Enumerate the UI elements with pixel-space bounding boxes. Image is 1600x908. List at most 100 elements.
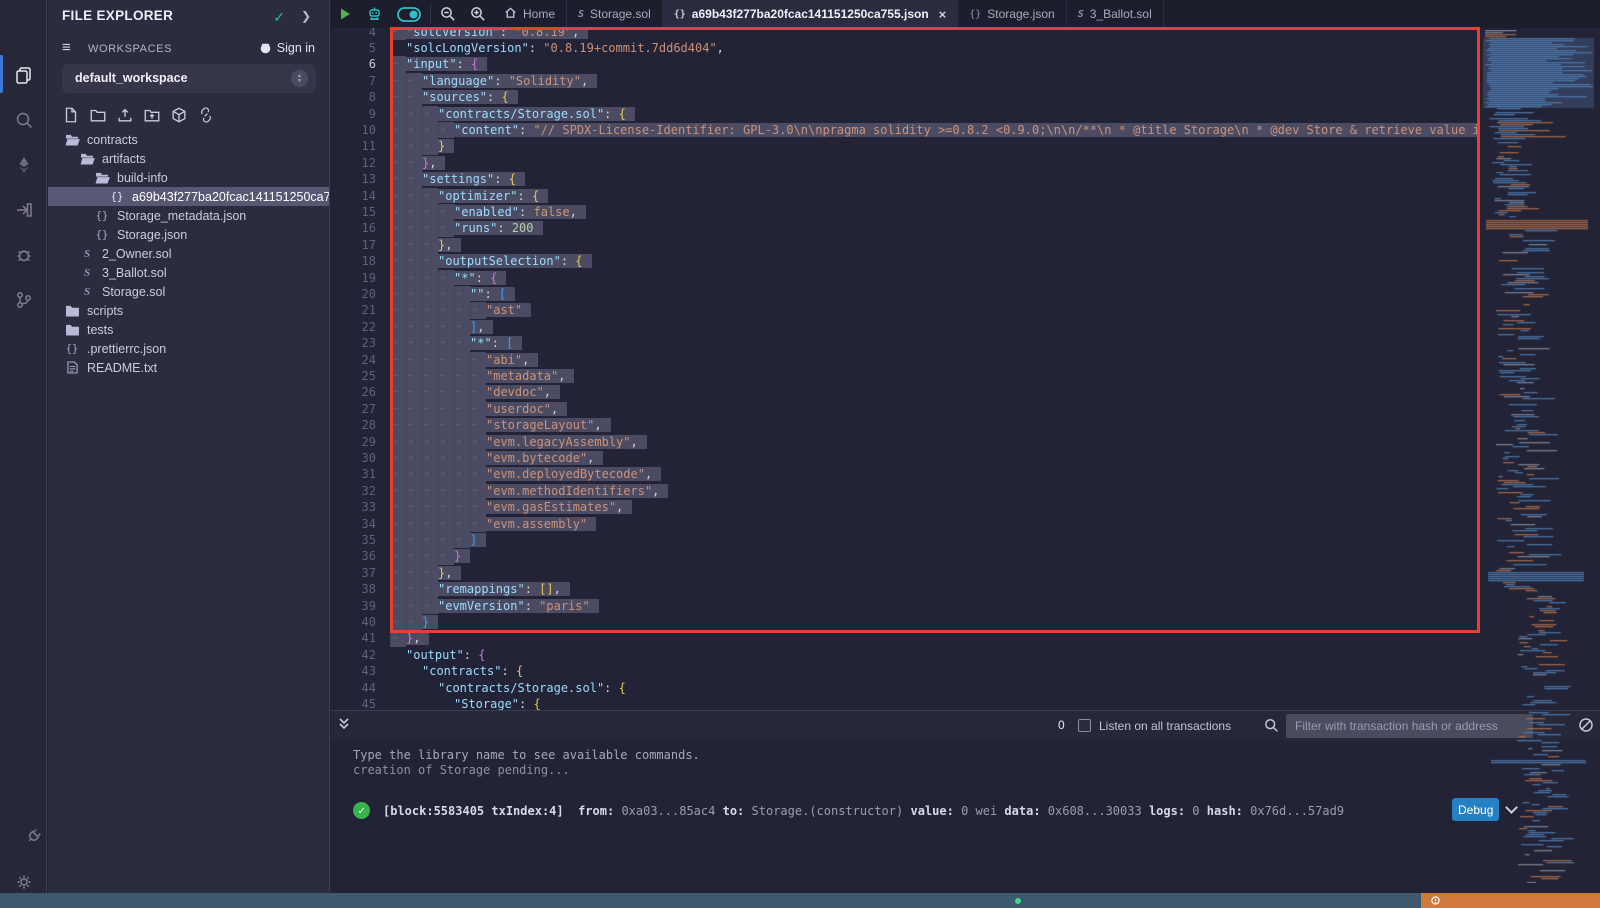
remix-logo-icon[interactable] [5, 6, 43, 46]
status-alert-badge[interactable] [1421, 893, 1600, 908]
listen-all-checkbox[interactable] [1078, 719, 1091, 732]
code-line-22[interactable]: →→→→→], [390, 319, 1480, 335]
indent-guide: → [390, 237, 406, 253]
tab-storage-json[interactable]: {}Storage.json [958, 0, 1066, 28]
new-folder-icon[interactable] [89, 106, 107, 124]
code-line-13[interactable]: →→"settings": { [390, 171, 1480, 187]
zoom-out-icon[interactable] [433, 0, 463, 28]
indent-guide: → [438, 335, 454, 351]
tree-item-storage-sol[interactable]: SStorage.sol [48, 282, 329, 301]
code-line-8[interactable]: →→"sources": { [390, 89, 1480, 105]
code-line-39[interactable]: →→→"evmVersion": "paris" [390, 598, 1480, 614]
tab-3-ballot-sol[interactable]: S3_Ballot.sol [1067, 0, 1164, 28]
tree-item--prettierrc-json[interactable]: {}.prettierrc.json [48, 339, 329, 358]
code-line-29[interactable]: →→→→→→"evm.legacyAssembly", [390, 434, 1480, 450]
code-line-36[interactable]: →→→→} [390, 548, 1480, 564]
code-line-7[interactable]: →→"language": "Solidity", [390, 73, 1480, 89]
code-line-32[interactable]: →→→→→→"evm.methodIdentifiers", [390, 483, 1480, 499]
code-line-10[interactable]: →→→→"content": "// SPDX-License-Identifi… [390, 122, 1480, 138]
solidity-compiler-icon[interactable] [0, 145, 47, 185]
plugin-manager-icon[interactable] [0, 820, 47, 860]
ipfs-box-icon[interactable] [170, 106, 188, 124]
code-line-35[interactable]: →→→→→] [390, 532, 1480, 548]
upload-file-icon[interactable] [116, 106, 134, 124]
code-line-4[interactable]: →"solcVersion": "0.8.19", [390, 28, 1480, 40]
code-line-12[interactable]: →→}, [390, 155, 1480, 171]
debugger-icon[interactable] [0, 235, 47, 275]
code-line-27[interactable]: →→→→→→"userdoc", [390, 401, 1480, 417]
code-line-41[interactable]: →}, [390, 630, 1480, 646]
code-line-26[interactable]: →→→→→→"devdoc", [390, 384, 1480, 400]
deploy-run-icon[interactable] [0, 190, 47, 230]
indent-guide: → [454, 483, 470, 499]
code-line-19[interactable]: →→→→"*": { [390, 270, 1480, 286]
code-line-6[interactable]: →"input": { [390, 56, 1480, 72]
tree-item-storage-json[interactable]: {}Storage.json [48, 225, 329, 244]
tree-item-3-ballot-sol[interactable]: S3_Ballot.sol [48, 263, 329, 282]
code-line-23[interactable]: →→→→→"*": [ [390, 335, 1480, 351]
code-line-18[interactable]: →→→"outputSelection": { [390, 253, 1480, 269]
code-line-43[interactable]: "contracts": { [390, 663, 1480, 679]
code-line-20[interactable]: →→→→→"": [ [390, 286, 1480, 302]
run-icon[interactable] [331, 0, 359, 28]
code-line-9[interactable]: →→→"contracts/Storage.sol": { [390, 106, 1480, 122]
tree-item-storage-metadata-json[interactable]: {}Storage_metadata.json [48, 206, 329, 225]
close-tab-icon[interactable]: × [939, 7, 947, 22]
code-line-45[interactable]: "Storage": { [390, 696, 1480, 710]
workspace-select[interactable]: default_workspace ▲▼ [62, 64, 316, 93]
line-number: 24 [331, 352, 376, 368]
code-line-15[interactable]: →→→→"enabled": false, [390, 204, 1480, 220]
search-icon[interactable] [0, 100, 47, 140]
code-line-5[interactable]: "solcLongVersion": "0.8.19+commit.7dd6d4… [390, 40, 1480, 56]
tree-item-scripts[interactable]: scripts [48, 301, 329, 320]
code-text: "content": "// SPDX-License-Identifier: … [454, 123, 1480, 137]
tree-item-a69b43f277ba20fcac141151250ca7-[interactable]: {}a69b43f277ba20fcac141151250ca7... [48, 187, 329, 206]
new-file-icon[interactable] [62, 106, 80, 124]
code-line-21[interactable]: →→→→→→"ast" [390, 302, 1480, 318]
code-text: "remappings": [], [438, 582, 570, 596]
chevron-right-icon[interactable]: ❯ [301, 9, 311, 23]
code-line-33[interactable]: →→→→→→"evm.gasEstimates", [390, 499, 1480, 515]
code-line-34[interactable]: →→→→→→"evm.assembly" [390, 516, 1480, 532]
terminal-collapse-icon[interactable] [337, 715, 351, 738]
code-line-16[interactable]: →→→→"runs": 200 [390, 220, 1480, 236]
tree-item-readme-txt[interactable]: README.txt [48, 358, 329, 377]
code-line-42[interactable]: "output": { [390, 647, 1480, 663]
tab-storage-sol[interactable]: SStorage.sol [567, 0, 663, 28]
tree-item-build-info[interactable]: build-info [48, 168, 329, 187]
tab-a69b43f277ba20fcac141151250ca755-json[interactable]: {}a69b43f277ba20fcac141151250ca755.json× [663, 0, 959, 28]
transaction-log-row[interactable]: ✓ [block:5583405 txIndex:4] from: 0xa03.… [353, 801, 1480, 823]
workspaces-menu-icon[interactable]: ≡ [62, 41, 71, 55]
code-editor[interactable]: 4567891011121314151617181920212223242526… [331, 28, 1480, 710]
tree-item-2-owner-sol[interactable]: S2_Owner.sol [48, 244, 329, 263]
sign-in-button[interactable]: Sign in [259, 41, 315, 57]
tree-item-tests[interactable]: tests [48, 320, 329, 339]
code-line-44[interactable]: "contracts/Storage.sol": { [390, 680, 1480, 696]
code-line-17[interactable]: →→→}, [390, 237, 1480, 253]
zoom-in-icon[interactable] [463, 0, 493, 28]
code-line-38[interactable]: →→→"remappings": [], [390, 581, 1480, 597]
code-line-25[interactable]: →→→→→→"metadata", [390, 368, 1480, 384]
code-pane[interactable]: →"solcVersion": "0.8.19","solcLongVersio… [390, 28, 1480, 710]
terminal-search-icon[interactable] [1264, 718, 1279, 738]
code-line-30[interactable]: →→→→→→"evm.bytecode", [390, 450, 1480, 466]
file-explorer-icon[interactable] [0, 55, 47, 95]
remix-ai-icon[interactable] [359, 0, 390, 28]
code-line-28[interactable]: →→→→→→"storageLayout", [390, 417, 1480, 433]
upload-folder-icon[interactable] [143, 106, 161, 124]
code-line-31[interactable]: →→→→→→"evm.deployedBytecode", [390, 466, 1480, 482]
code-line-37[interactable]: →→→}, [390, 565, 1480, 581]
git-icon[interactable] [0, 280, 47, 320]
tree-item-artifacts[interactable]: artifacts [48, 149, 329, 168]
link-icon[interactable] [197, 106, 215, 124]
code-line-11[interactable]: →→→} [390, 138, 1480, 154]
tab-home[interactable]: Home [493, 0, 567, 28]
terminal-output[interactable]: Type the library name to see available c… [331, 741, 1600, 893]
code-line-40[interactable]: →→} [390, 614, 1480, 630]
tree-item-contracts[interactable]: contracts [48, 130, 329, 149]
code-line-14[interactable]: →→→"optimizer": { [390, 188, 1480, 204]
json-file-icon: {} [674, 9, 686, 20]
editor-minimap[interactable] [1483, 30, 1594, 883]
toggle-icon[interactable] [390, 0, 428, 28]
code-line-24[interactable]: →→→→→→"abi", [390, 352, 1480, 368]
